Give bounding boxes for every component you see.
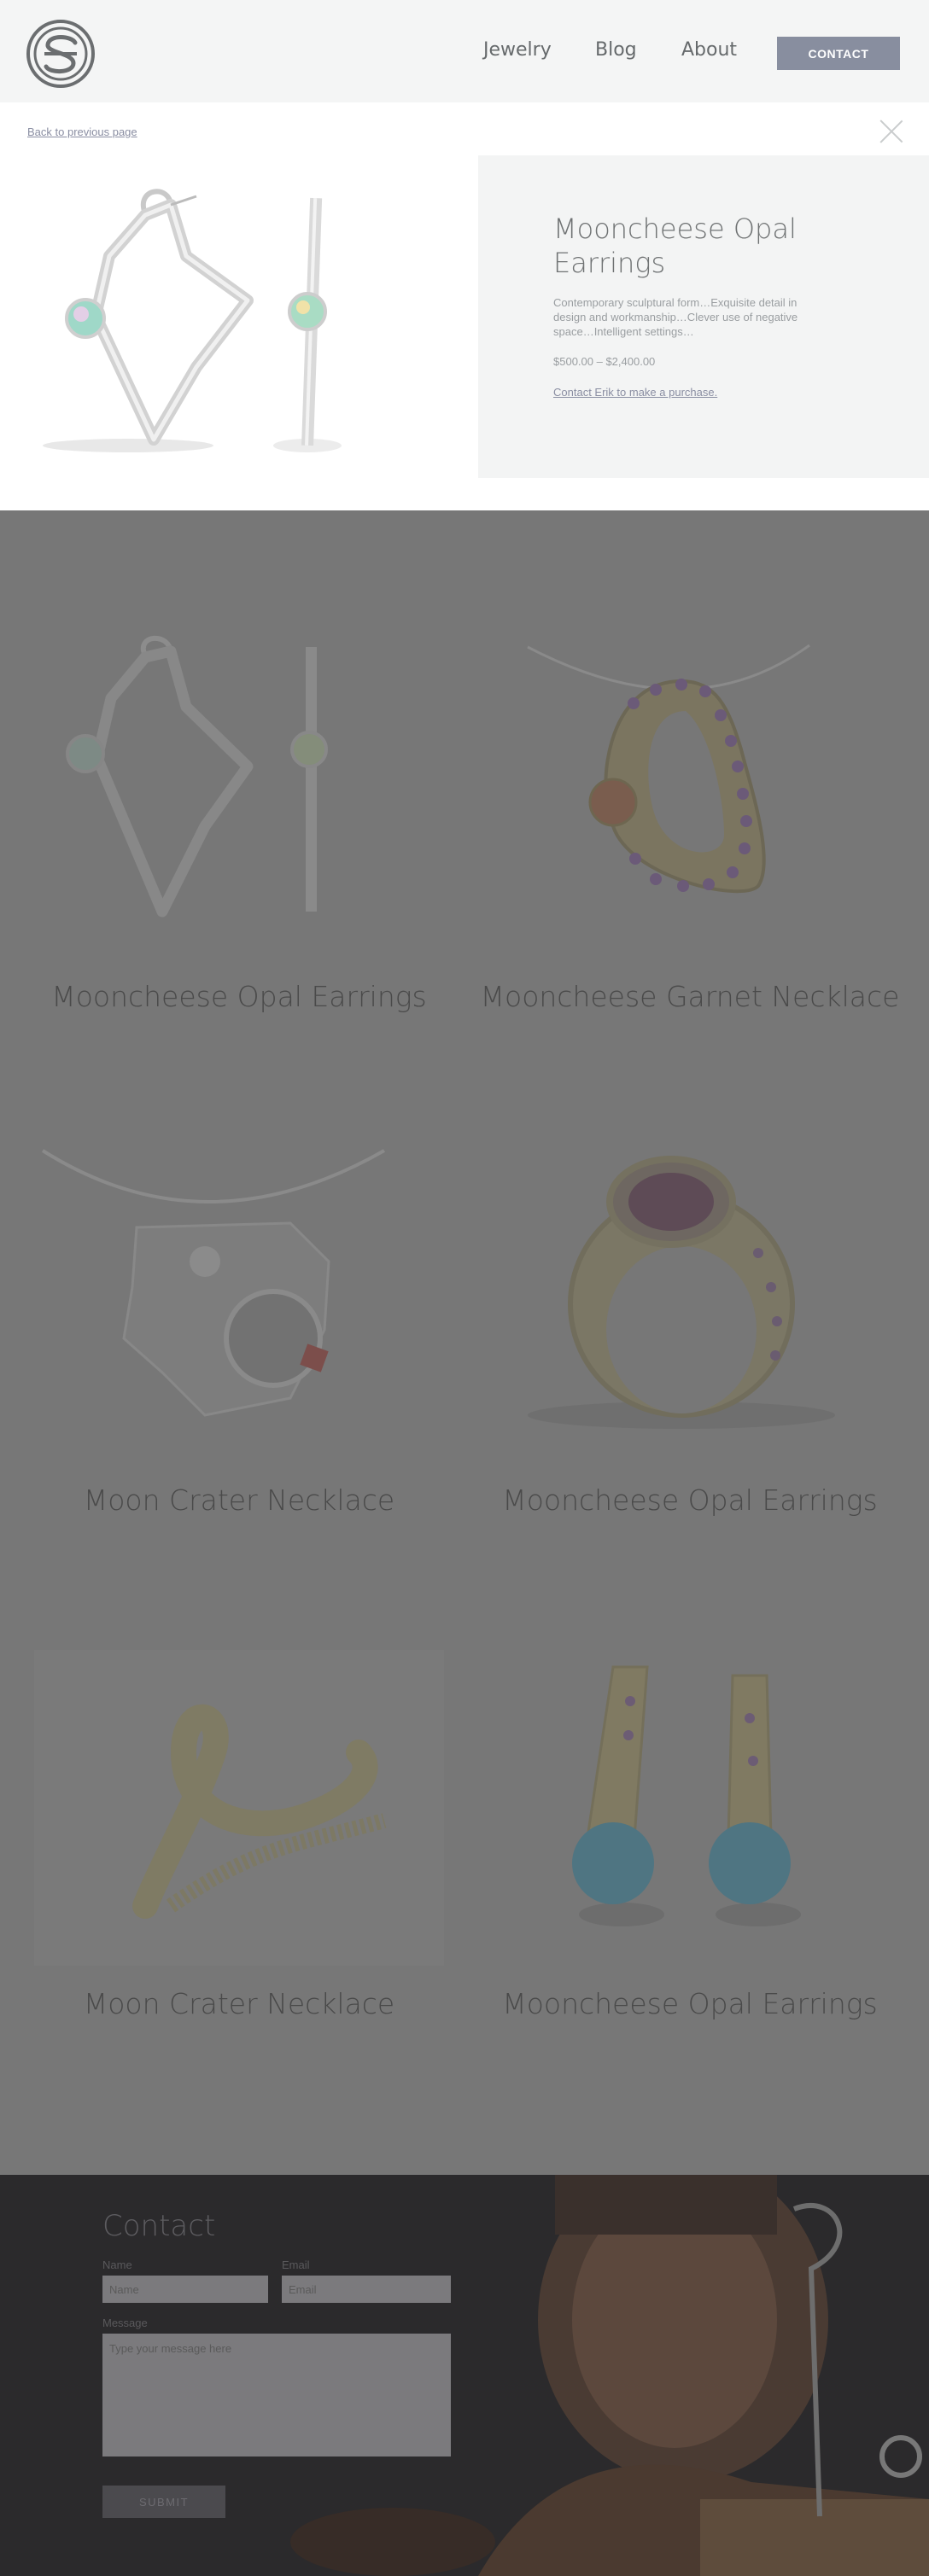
nav-about[interactable]: About	[681, 39, 737, 61]
product-description: Contemporary sculptural form…Exquisite d…	[553, 296, 798, 338]
gallery-title[interactable]: Mooncheese Opal Earrings	[459, 1987, 920, 2021]
submit-button[interactable]: SUBMIT	[102, 2486, 225, 2518]
email-field[interactable]	[282, 2276, 451, 2303]
product-modal: Back to previous page Mooncheese Opal Ea…	[0, 102, 929, 510]
gallery-title[interactable]: Mooncheese Garnet Necklace	[459, 980, 920, 1014]
gallery-title[interactable]: Moon Crater Necklace	[9, 1987, 470, 2021]
back-link[interactable]: Back to previous page	[27, 125, 137, 138]
gallery-title[interactable]: Moon Crater Necklace	[9, 1483, 470, 1518]
gallery-image-garnet-necklace[interactable]	[485, 630, 895, 954]
gallery-overlay: Mooncheese Opal Earrings Mooncheese Garn…	[0, 510, 929, 2175]
nav-jewelry[interactable]: Jewelry	[483, 39, 552, 61]
name-label: Name	[102, 2258, 132, 2271]
gallery-image-opal-earrings[interactable]	[34, 630, 444, 954]
product-price: $500.00 – $2,400.00	[553, 355, 656, 368]
close-icon[interactable]	[879, 119, 903, 143]
email-label: Email	[282, 2258, 310, 2271]
contact-heading: Contact	[102, 2209, 216, 2243]
message-field[interactable]	[102, 2334, 451, 2457]
product-title: Mooncheese Opal Earrings	[553, 213, 797, 279]
gallery-image-opal-ring[interactable]	[485, 1142, 895, 1466]
gallery-image-moon-crater-necklace[interactable]	[34, 1142, 444, 1466]
gallery-image-chain-necklace[interactable]	[34, 1650, 444, 1974]
purchase-link[interactable]: Contact Erik to make a purchase.	[553, 386, 717, 399]
gallery-title[interactable]: Mooncheese Opal Earrings	[459, 1483, 920, 1518]
gallery-image-blue-opal-earrings[interactable]	[485, 1650, 895, 1974]
nav-blog[interactable]: Blog	[595, 39, 637, 61]
logo-icon[interactable]	[26, 19, 96, 89]
contact-button[interactable]: CONTACT	[777, 37, 900, 70]
product-info-panel: Mooncheese Opal Earrings Contemporary sc…	[478, 155, 929, 478]
product-image	[43, 189, 342, 452]
message-label: Message	[102, 2317, 148, 2329]
site-header: Jewelry Blog About CONTACT	[0, 0, 929, 102]
name-field[interactable]	[102, 2276, 268, 2303]
gallery-title[interactable]: Mooncheese Opal Earrings	[9, 980, 470, 1014]
contact-section: Contact Name Email Message SUBMIT	[0, 2175, 929, 2576]
